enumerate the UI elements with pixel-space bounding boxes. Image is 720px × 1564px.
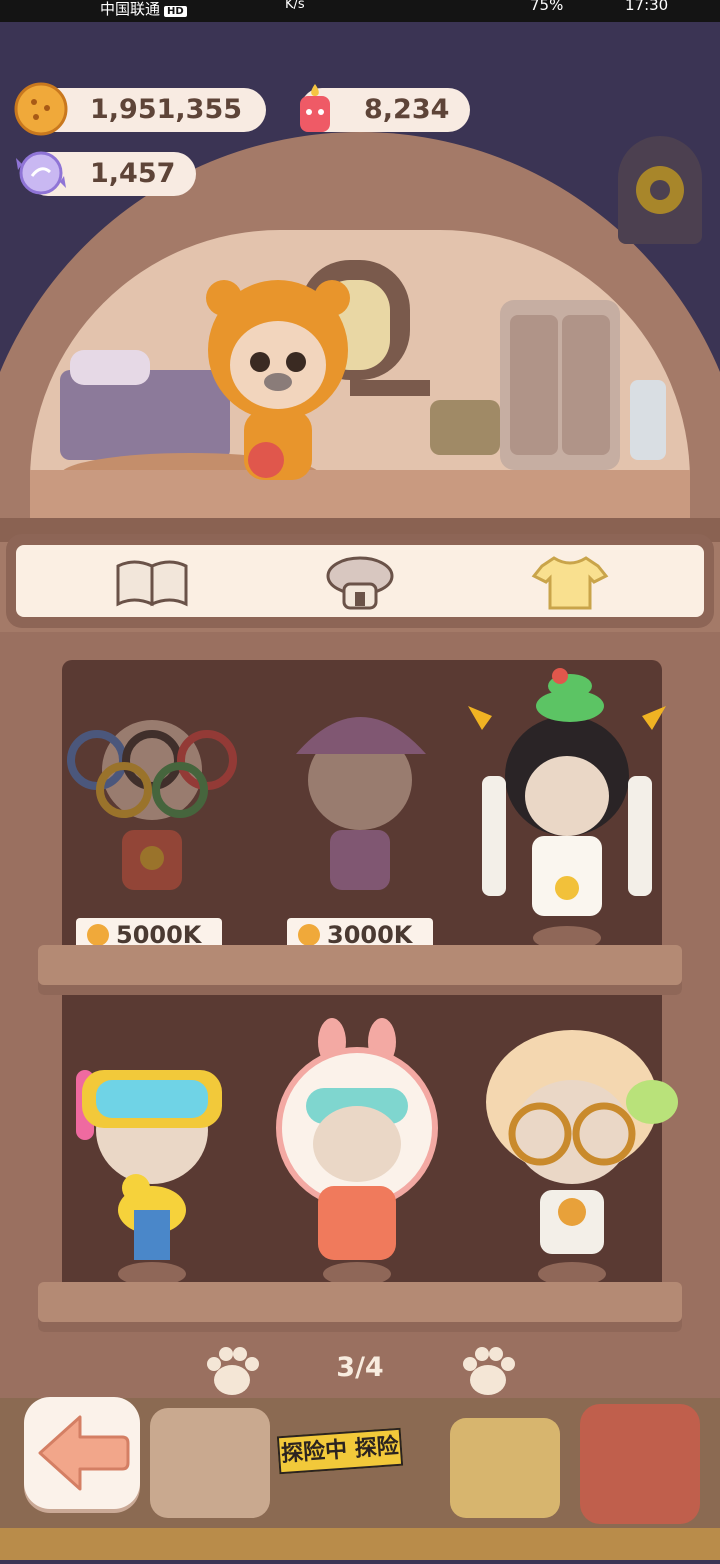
network-speed: K/s [285, 0, 305, 12]
cookie-coin-icon [298, 924, 320, 946]
book-icon [116, 560, 188, 607]
mushroom-hotel-icon [326, 556, 394, 610]
bunny-astronaut-mannequin [276, 1018, 438, 1286]
shirt-icon [531, 556, 609, 610]
cookie-coin-icon [87, 924, 109, 946]
hd-badge: HD [164, 6, 187, 17]
wardrobe-shelf-1 [38, 945, 682, 995]
coin-amount: 1,951,355 [90, 94, 243, 125]
explorer-glasses-mannequin [486, 1030, 678, 1286]
outfit-bunny-astronaut[interactable] [262, 1018, 452, 1286]
coin-counter: 1,951,355 [14, 82, 266, 136]
snorkel-duck-mannequin [76, 1070, 222, 1286]
candle-counter: 8,234 [300, 84, 470, 132]
clock: 17:30 [625, 0, 669, 14]
wardrobe-shelf-2 [38, 1282, 682, 1332]
carrier-label: 中国联通 HD [100, 0, 187, 19]
tab-book[interactable] [112, 552, 192, 612]
player-character[interactable] [196, 270, 366, 495]
gear-icon [636, 166, 684, 214]
status-bar: 中国联通 HD K/s 75% 17:30 [0, 0, 720, 22]
next-page-paw-icon[interactable] [458, 1344, 518, 1400]
crystal-amount: 1,457 [90, 158, 176, 189]
olympic-rings-mannequin [67, 720, 237, 890]
outfit-snake-empress[interactable] [462, 656, 672, 950]
back-button[interactable] [24, 1397, 140, 1509]
cookie-coin-icon [14, 82, 68, 136]
battery-level: 75% [530, 0, 564, 14]
carrier-name: 中国联通 [100, 0, 161, 18]
ok-beanie-mannequin [296, 717, 426, 890]
red-candle-icon [300, 84, 330, 132]
outfit-snorkel-duck[interactable] [62, 1030, 242, 1290]
snake-empress-mannequin [468, 668, 666, 950]
candle-amount: 8,234 [364, 94, 450, 125]
back-arrow-icon [38, 1415, 130, 1491]
crystal-candy-icon [16, 151, 66, 195]
outfit-olympic-rings[interactable] [62, 690, 242, 950]
settings-button[interactable] [618, 136, 702, 244]
page-indicator: 3/4 [336, 1352, 384, 1383]
tab-outfit[interactable] [530, 552, 610, 612]
outfit-explorer-glasses[interactable] [480, 1022, 680, 1286]
crystal-counter: 1,457 [16, 151, 196, 196]
prev-page-paw-icon[interactable] [202, 1344, 262, 1400]
tab-hotel[interactable] [320, 552, 400, 612]
outfit-ok-beanie[interactable] [270, 690, 450, 950]
